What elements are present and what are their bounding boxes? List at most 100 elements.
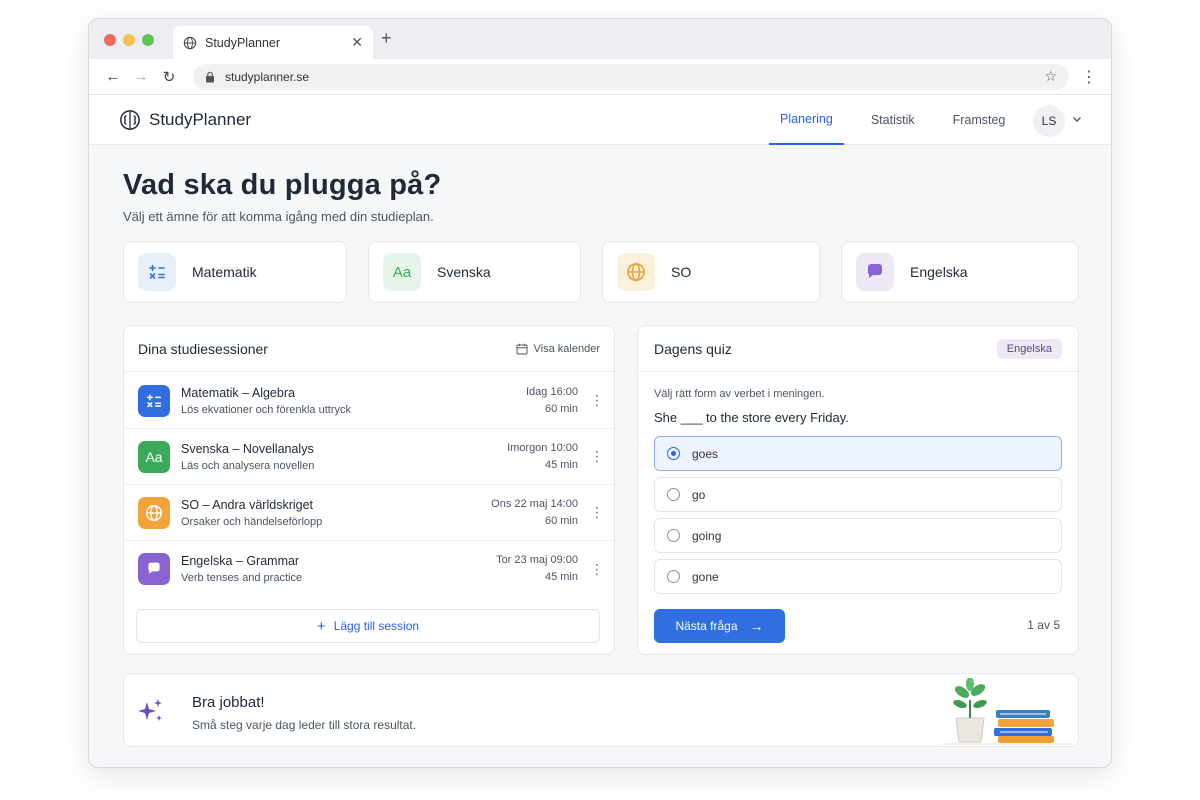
browser-tab-bar: StudyPlanner ✕ + xyxy=(89,19,1111,59)
subject-card-so[interactable]: SO xyxy=(602,241,820,303)
quiz-subject-badge: Engelska xyxy=(996,338,1062,359)
maximize-window-button[interactable] xyxy=(142,34,154,46)
session-desc: Läs och analysera novellen xyxy=(181,459,315,472)
next-question-button[interactable]: Nästa fråga → xyxy=(654,609,785,643)
quiz-option[interactable]: going xyxy=(654,518,1062,553)
next-question-label: Nästa fråga xyxy=(675,619,738,633)
app-logo[interactable]: StudyPlanner xyxy=(119,109,251,131)
session-time: Imorgon 10:00 xyxy=(507,441,578,454)
radio-unselected[interactable] xyxy=(667,570,680,583)
option-label: goes xyxy=(692,446,719,461)
session-title: Matematik – Algebra xyxy=(181,385,295,400)
radio-unselected[interactable] xyxy=(667,529,680,542)
browser-tab[interactable]: StudyPlanner ✕ xyxy=(173,26,373,59)
arrow-right-icon: → xyxy=(749,618,764,634)
bookmark-star-icon[interactable]: ☆ xyxy=(1044,68,1057,85)
address-bar-row: ← → ↻ studyplanner.se ☆ ⋮ xyxy=(89,59,1111,95)
session-time: Idag 16:00 xyxy=(526,385,578,398)
subject-label: Matematik xyxy=(192,264,257,280)
session-row[interactable]: SO – Andra världskriget Orsaker och händ… xyxy=(124,485,614,541)
session-row[interactable]: Matematik – Algebra Lös ekvationer och f… xyxy=(124,373,614,429)
session-desc: Lös ekvationer och förenkla uttryck xyxy=(181,403,351,416)
session-row[interactable]: Aa Svenska – Novellanalys Läs och analys… xyxy=(124,429,614,485)
brain-icon xyxy=(120,110,140,130)
option-label: going xyxy=(692,528,722,543)
subject-label: Svenska xyxy=(437,264,491,280)
tab-title: StudyPlanner xyxy=(205,35,281,50)
session-time: Ons 22 maj 14:00 xyxy=(491,497,578,510)
math-icon xyxy=(138,384,170,417)
chevron-down-icon[interactable] xyxy=(1071,112,1083,130)
radio-unselected[interactable] xyxy=(667,488,680,501)
browser-window: StudyPlanner ✕ + ← → ↻ studyplanner.se ☆… xyxy=(88,18,1112,768)
url-text: studyplanner.se xyxy=(225,69,310,84)
aa-icon: Aa xyxy=(383,253,421,291)
avatar[interactable]: LS xyxy=(1033,105,1065,137)
app-header: StudyPlanner Planering Statistik Framste… xyxy=(89,95,1111,145)
quiz-instruction: Välj rätt form av verbet i meningen. xyxy=(654,388,825,400)
add-session-button[interactable]: + Lägg till session xyxy=(136,609,600,643)
new-tab-icon[interactable]: + xyxy=(381,28,392,49)
session-title: Svenska – Novellanalys xyxy=(181,441,314,456)
nav-statistik[interactable]: Statistik xyxy=(860,95,926,145)
quiz-panel-header: Dagens quiz Engelska xyxy=(638,326,1078,372)
minimize-window-button[interactable] xyxy=(123,34,135,46)
nav-framsteg[interactable]: Framsteg xyxy=(942,95,1017,145)
option-label: gone xyxy=(692,569,719,584)
quiz-panel: Dagens quiz Engelska Välj rätt form av v… xyxy=(637,325,1079,655)
sessions-title: Dina studiesessioner xyxy=(138,340,268,357)
forward-arrow-icon[interactable]: → xyxy=(127,63,155,91)
subject-card-matematik[interactable]: Matematik xyxy=(123,241,347,303)
plus-icon: + xyxy=(316,617,326,635)
session-row[interactable]: Engelska – Grammar Verb tenses and pract… xyxy=(124,541,614,597)
quiz-option[interactable]: goes xyxy=(654,436,1062,471)
session-desc: Orsaker och händelseförlopp xyxy=(181,515,323,528)
session-time: Tor 23 maj 09:00 xyxy=(496,554,578,566)
plant-and-books-illustration xyxy=(942,677,1072,751)
session-title: Engelska – Grammar xyxy=(181,554,300,568)
quiz-option[interactable]: go xyxy=(654,477,1062,512)
session-title: SO – Andra världskriget xyxy=(181,497,314,512)
session-duration: 45 min xyxy=(544,571,578,583)
globe-icon xyxy=(617,253,655,291)
globe-icon xyxy=(138,496,170,529)
radio-selected[interactable] xyxy=(667,447,680,460)
session-menu-icon[interactable]: ⋮ xyxy=(590,504,604,521)
session-menu-icon[interactable]: ⋮ xyxy=(590,561,604,578)
globe-icon xyxy=(183,36,197,50)
encouragement-card: Bra jobbat! Små steg varje dag leder til… xyxy=(123,673,1079,747)
quiz-title: Dagens quiz xyxy=(654,340,732,357)
subject-label: SO xyxy=(671,264,692,280)
close-tab-icon[interactable]: ✕ xyxy=(351,34,363,51)
chat-bubble-icon xyxy=(856,253,894,291)
sessions-panel-header: Dina studiesessioner Visa kalender xyxy=(124,326,614,372)
calendar-icon xyxy=(516,343,528,354)
session-menu-icon[interactable]: ⋮ xyxy=(590,448,604,465)
quiz-counter: 1 av 5 xyxy=(1027,618,1060,632)
subject-card-engelska[interactable]: Engelska xyxy=(841,241,1079,303)
quiz-option[interactable]: gone xyxy=(654,559,1062,594)
sessions-panel: Dina studiesessioner Visa kalender Matem… xyxy=(123,325,615,655)
url-field[interactable]: studyplanner.se ☆ xyxy=(193,63,1069,90)
nav-planering[interactable]: Planering xyxy=(769,95,844,145)
back-arrow-icon[interactable]: ← xyxy=(99,63,127,91)
logo-text: StudyPlanner xyxy=(149,110,252,129)
show-calendar-link[interactable]: Visa kalender xyxy=(516,343,600,355)
close-window-button[interactable] xyxy=(104,34,116,46)
session-duration: 60 min xyxy=(544,402,578,415)
sparkles-icon xyxy=(136,696,166,731)
page-subtitle: Välj ett ämne för att komma igång med di… xyxy=(123,209,434,224)
aa-icon: Aa xyxy=(138,440,170,473)
session-duration: 45 min xyxy=(544,458,578,471)
session-menu-icon[interactable]: ⋮ xyxy=(590,392,604,409)
browser-menu-icon[interactable]: ⋮ xyxy=(1077,67,1101,87)
quiz-question: She ___ to the store every Friday. xyxy=(654,410,849,425)
page-title: Vad ska du plugga på? xyxy=(123,169,442,201)
reload-icon[interactable]: ↻ xyxy=(155,63,183,91)
encouragement-title: Bra jobbat! xyxy=(192,694,265,711)
math-icon xyxy=(138,253,176,291)
subject-card-svenska[interactable]: Aa Svenska xyxy=(368,241,581,303)
subject-label: Engelska xyxy=(910,264,968,280)
show-calendar-label: Visa kalender xyxy=(533,342,600,355)
session-duration: 60 min xyxy=(544,514,578,527)
